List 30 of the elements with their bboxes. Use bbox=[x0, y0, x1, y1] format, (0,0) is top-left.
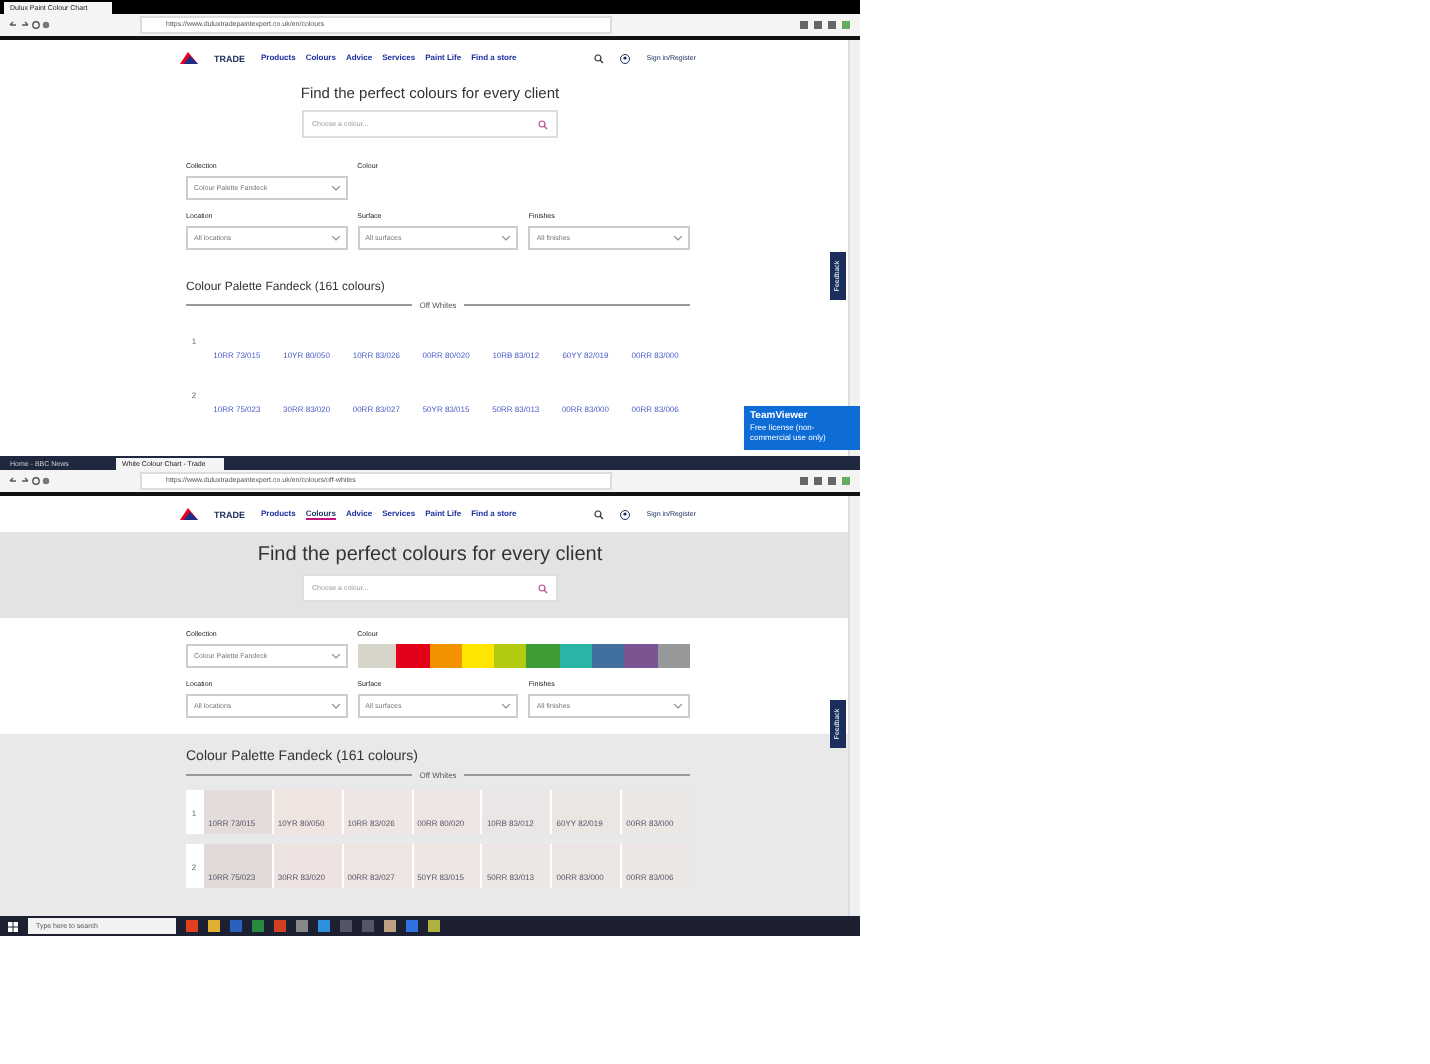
colour-swatch[interactable] bbox=[396, 644, 430, 668]
chevron-down-icon bbox=[331, 185, 340, 191]
colour-swatch[interactable] bbox=[429, 644, 462, 668]
chevron-down-icon bbox=[673, 235, 682, 241]
windows-start-icon[interactable] bbox=[8, 921, 18, 931]
navigation-icons[interactable] bbox=[8, 20, 52, 30]
chevron-down-icon bbox=[331, 703, 340, 709]
toolbar-icons[interactable] bbox=[800, 476, 852, 486]
search-icon[interactable] bbox=[594, 53, 605, 63]
colour-swatch[interactable] bbox=[526, 644, 560, 668]
logo-icon[interactable] bbox=[180, 508, 198, 520]
chevron-down-icon bbox=[673, 703, 682, 709]
colour-swatch[interactable] bbox=[624, 644, 658, 668]
search-icon[interactable] bbox=[594, 509, 605, 519]
chevron-down-icon bbox=[331, 235, 340, 241]
colour-swatch[interactable] bbox=[559, 644, 593, 668]
colour-swatch[interactable] bbox=[357, 644, 397, 668]
chevron-down-icon bbox=[331, 653, 340, 659]
colour-swatch[interactable] bbox=[461, 644, 495, 668]
page-heading: Find the perfect colours for every client bbox=[257, 544, 603, 566]
logo-icon[interactable] bbox=[180, 52, 198, 64]
user-icon[interactable] bbox=[620, 53, 631, 63]
user-icon[interactable] bbox=[620, 509, 631, 519]
colour-swatch[interactable] bbox=[494, 644, 527, 668]
colour-swatch[interactable] bbox=[592, 644, 625, 668]
navigation-icons[interactable] bbox=[8, 476, 52, 486]
toolbar-icons[interactable] bbox=[800, 20, 852, 30]
chevron-down-icon bbox=[502, 235, 511, 241]
chevron-down-icon bbox=[502, 703, 511, 709]
colour-swatch[interactable] bbox=[657, 644, 691, 668]
